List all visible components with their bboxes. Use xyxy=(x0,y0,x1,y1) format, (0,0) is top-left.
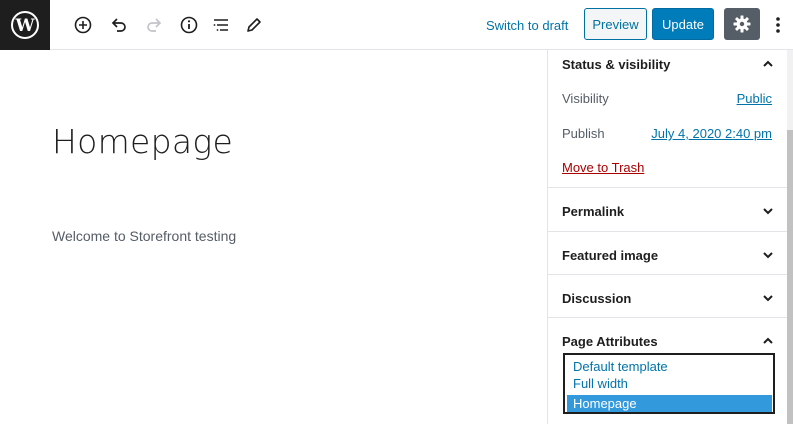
edit-tools-icon[interactable] xyxy=(242,13,266,37)
top-toolbar: W Switch to draft Preview Update xyxy=(0,0,793,50)
discussion-panel[interactable]: Discussion xyxy=(548,275,787,318)
outline-icon[interactable] xyxy=(209,13,233,37)
status-visibility-panel: Status & visibility Visibility Public Pu… xyxy=(548,50,787,188)
settings-gear-icon[interactable] xyxy=(724,8,760,40)
wordpress-logo-icon[interactable]: W xyxy=(0,0,50,50)
settings-sidebar: Status & visibility Visibility Public Pu… xyxy=(547,50,787,424)
svg-text:W: W xyxy=(14,16,35,36)
permalink-title[interactable]: Permalink xyxy=(562,204,624,219)
move-to-trash-link[interactable]: Move to Trash xyxy=(562,160,644,175)
post-title[interactable]: Homepage xyxy=(52,122,233,161)
sidebar-scrollbar-thumb[interactable] xyxy=(787,130,793,424)
info-icon[interactable] xyxy=(177,13,201,37)
featured-image-title[interactable]: Featured image xyxy=(562,248,658,263)
chevron-up-icon[interactable] xyxy=(761,57,775,71)
switch-to-draft-button[interactable]: Switch to draft xyxy=(478,12,576,38)
status-visibility-title[interactable]: Status & visibility xyxy=(562,57,670,72)
discussion-title[interactable]: Discussion xyxy=(562,291,631,306)
chevron-down-icon[interactable] xyxy=(761,291,775,305)
update-button[interactable]: Update xyxy=(652,8,714,40)
more-options-icon[interactable] xyxy=(766,10,790,40)
visibility-label: Visibility xyxy=(562,91,609,106)
publish-date-link[interactable]: July 4, 2020 2:40 pm xyxy=(651,126,772,141)
paragraph-block[interactable]: Welcome to Storefront testing xyxy=(52,228,236,244)
chevron-down-icon[interactable] xyxy=(761,248,775,262)
template-option-homepage[interactable]: Homepage xyxy=(573,396,637,411)
editor-canvas: Homepage Welcome to Storefront testing xyxy=(0,50,547,424)
template-option-default[interactable]: Default template xyxy=(573,359,668,374)
redo-icon[interactable] xyxy=(142,13,166,37)
chevron-up-icon[interactable] xyxy=(761,334,775,348)
preview-button[interactable]: Preview xyxy=(584,8,647,40)
publish-label: Publish xyxy=(562,126,605,141)
template-option-full-width[interactable]: Full width xyxy=(573,376,628,391)
add-block-icon[interactable] xyxy=(71,13,95,37)
chevron-down-icon[interactable] xyxy=(761,204,775,218)
undo-icon[interactable] xyxy=(107,13,131,37)
permalink-panel[interactable]: Permalink xyxy=(548,188,787,232)
template-select-list[interactable]: Default template Full width Homepage xyxy=(563,353,775,414)
page-attributes-title[interactable]: Page Attributes xyxy=(562,334,658,349)
featured-image-panel[interactable]: Featured image xyxy=(548,232,787,275)
visibility-link[interactable]: Public xyxy=(737,91,772,106)
